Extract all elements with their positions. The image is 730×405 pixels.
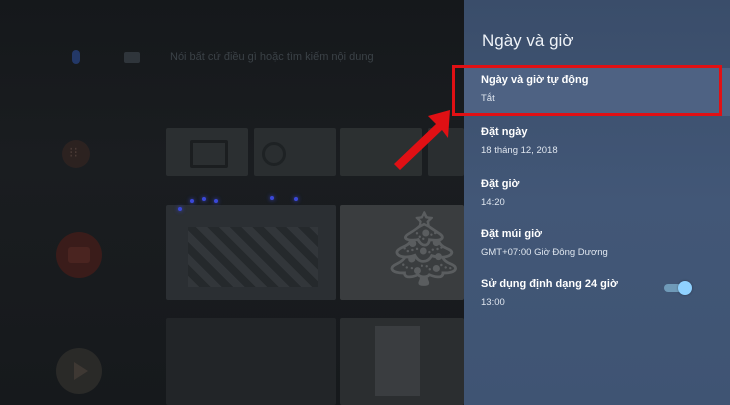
indicator-dot — [214, 199, 218, 203]
set-date-item[interactable]: Đặt ngày 18 tháng 12, 2018 — [464, 120, 730, 168]
panel-title: Ngày và giờ — [482, 31, 574, 50]
item-value: 18 tháng 12, 2018 — [481, 145, 558, 156]
item-label: Đặt ngày — [481, 126, 528, 138]
play-store-icon — [56, 348, 102, 394]
search-bar: Nói bất cứ điều gì hoặc tìm kiếm nội dun… — [72, 48, 464, 68]
set-time-zone-item[interactable]: Đặt múi giờ GMT+07:00 Giờ Đông Dương — [464, 222, 730, 270]
item-label: Đặt giờ — [481, 178, 520, 190]
launcher-background: Nói bất cứ điều gì hoặc tìm kiếm nội dun… — [0, 0, 464, 405]
christmas-tree-icon: 🎄︎ — [378, 210, 464, 290]
date-time-settings-panel: Ngày và giờ Ngày và giờ tự động Tắt Đặt … — [464, 0, 730, 405]
item-value: GMT+07:00 Giờ Đông Dương — [481, 247, 608, 258]
annotation-highlight-box — [452, 65, 722, 116]
youtube-app-icon — [56, 232, 102, 278]
indicator-dot — [190, 199, 194, 203]
indicator-dot — [202, 197, 206, 201]
content-tile — [166, 318, 336, 405]
indicator-dot — [270, 196, 274, 200]
indicator-dot — [178, 207, 182, 211]
app-tile — [166, 128, 248, 176]
apps-icon — [62, 140, 90, 168]
indicator-dot — [294, 197, 298, 201]
content-tile — [166, 205, 336, 300]
item-label: Sử dụng định dạng 24 giờ — [481, 278, 618, 290]
set-time-item[interactable]: Đặt giờ 14:20 — [464, 172, 730, 220]
microphone-icon — [72, 50, 80, 64]
use-24-hour-format-item[interactable]: Sử dụng định dạng 24 giờ 13:00 — [464, 272, 730, 320]
24-hour-toggle[interactable] — [664, 281, 692, 295]
content-tile — [340, 318, 464, 405]
toggle-knob — [678, 281, 692, 295]
app-tile — [254, 128, 336, 176]
keyboard-icon — [124, 52, 140, 63]
item-label: Đặt múi giờ — [481, 228, 542, 240]
item-value: 14:20 — [481, 197, 505, 208]
search-hint: Nói bất cứ điều gì hoặc tìm kiếm nội dun… — [170, 51, 374, 63]
item-value: 13:00 — [481, 297, 505, 308]
annotation-arrow-icon — [394, 110, 450, 170]
